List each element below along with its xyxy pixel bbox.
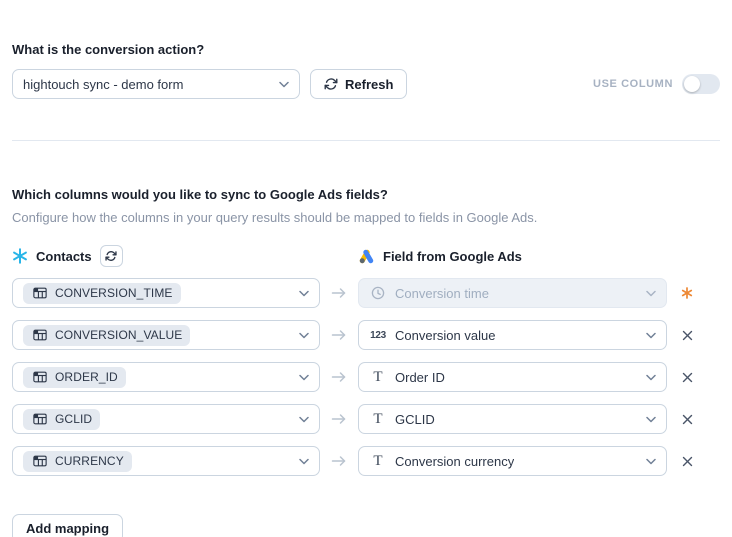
number-icon: 123 bbox=[369, 330, 387, 341]
use-column-control: USE COLUMN bbox=[593, 74, 720, 94]
chevron-down-icon bbox=[299, 416, 309, 423]
arrow-right-icon bbox=[320, 371, 358, 383]
source-column-name: CURRENCY bbox=[55, 454, 124, 468]
refresh-button[interactable]: Refresh bbox=[310, 69, 407, 99]
table-icon bbox=[31, 371, 49, 383]
arrow-right-icon bbox=[320, 413, 358, 425]
conversion-action-question: What is the conversion action? bbox=[12, 0, 720, 57]
add-mapping-label: Add mapping bbox=[26, 521, 109, 536]
arrow-right-icon bbox=[320, 287, 358, 299]
destination-select[interactable]: 123 Conversion value bbox=[358, 320, 667, 350]
chevron-down-icon bbox=[646, 416, 656, 423]
source-column-select[interactable]: CURRENCY bbox=[12, 446, 320, 476]
close-icon bbox=[682, 414, 693, 425]
chevron-down-icon bbox=[299, 332, 309, 339]
sync-config-panel: What is the conversion action? hightouch… bbox=[0, 0, 732, 537]
mapping-section-title: Which columns would you like to sync to … bbox=[12, 187, 720, 202]
destination-field-name: Order ID bbox=[395, 370, 445, 385]
source-column-badge: CONVERSION_VALUE bbox=[23, 325, 190, 346]
destination-field-name: Conversion currency bbox=[395, 454, 514, 469]
chevron-down-icon bbox=[279, 81, 289, 88]
required-asterisk bbox=[681, 287, 693, 299]
chevron-down-icon bbox=[646, 458, 656, 465]
conversion-action-controls: hightouch sync - demo form Refresh USE C… bbox=[12, 69, 720, 99]
mapping-section-subtitle: Configure how the columns in your query … bbox=[12, 210, 720, 225]
mapping-rows: CONVERSION_TIME Conversion time bbox=[12, 278, 720, 476]
mapping-row: ORDER_ID T Order ID bbox=[12, 362, 720, 392]
destination-select[interactable]: T GCLID bbox=[358, 404, 667, 434]
toggle-knob bbox=[684, 76, 700, 92]
destination-field-name: GCLID bbox=[395, 412, 435, 427]
conversion-action-selected-value: hightouch sync - demo form bbox=[23, 77, 183, 92]
table-icon bbox=[31, 329, 49, 341]
source-column-name: CONVERSION_VALUE bbox=[55, 328, 182, 342]
destination-column-header: Field from Google Ads bbox=[358, 249, 667, 264]
refresh-columns-button[interactable] bbox=[100, 245, 123, 267]
chevron-down-icon bbox=[299, 458, 309, 465]
source-column-badge: ORDER_ID bbox=[23, 367, 126, 388]
section-divider bbox=[12, 140, 720, 141]
source-column-select[interactable]: CONVERSION_VALUE bbox=[12, 320, 320, 350]
arrow-right-icon bbox=[320, 329, 358, 341]
destination-select[interactable]: Conversion time bbox=[358, 278, 667, 308]
remove-mapping-button[interactable] bbox=[675, 323, 699, 347]
refresh-icon bbox=[324, 77, 338, 91]
snowflake-icon bbox=[12, 248, 28, 264]
use-column-label: USE COLUMN bbox=[593, 78, 673, 90]
destination-select[interactable]: T Order ID bbox=[358, 362, 667, 392]
add-mapping-button[interactable]: Add mapping bbox=[12, 514, 123, 537]
table-icon bbox=[31, 287, 49, 299]
chevron-down-icon bbox=[646, 290, 656, 297]
source-column-badge: CURRENCY bbox=[23, 451, 132, 472]
remove-mapping-button[interactable] bbox=[675, 365, 699, 389]
source-column-header: Contacts bbox=[12, 245, 320, 267]
text-icon: T bbox=[369, 412, 387, 427]
text-icon: T bbox=[369, 370, 387, 385]
conversion-action-select[interactable]: hightouch sync - demo form bbox=[12, 69, 300, 99]
remove-mapping-button[interactable] bbox=[675, 407, 699, 431]
mapping-row: CONVERSION_VALUE 123 Conversion value bbox=[12, 320, 720, 350]
arrow-right-icon bbox=[320, 455, 358, 467]
destination-field-name: Conversion time bbox=[395, 286, 489, 301]
chevron-down-icon bbox=[646, 374, 656, 381]
clock-icon bbox=[369, 286, 387, 300]
source-column-name: ORDER_ID bbox=[55, 370, 118, 384]
source-column-name: CONVERSION_TIME bbox=[55, 286, 173, 300]
destination-field-name: Conversion value bbox=[395, 328, 495, 343]
mapping-column-headers: Contacts Field from Google Ads bbox=[12, 244, 720, 268]
source-column-badge: GCLID bbox=[23, 409, 100, 430]
use-column-toggle[interactable] bbox=[682, 74, 720, 94]
source-column-badge: CONVERSION_TIME bbox=[23, 283, 181, 304]
source-column-name: GCLID bbox=[55, 412, 92, 426]
refresh-icon bbox=[105, 250, 117, 262]
source-column-select[interactable]: ORDER_ID bbox=[12, 362, 320, 392]
mapping-row: CURRENCY T Conversion currency bbox=[12, 446, 720, 476]
close-icon bbox=[682, 372, 693, 383]
mapping-row: CONVERSION_TIME Conversion time bbox=[12, 278, 720, 308]
table-icon bbox=[31, 413, 49, 425]
mapping-row: GCLID T GCLID bbox=[12, 404, 720, 434]
chevron-down-icon bbox=[646, 332, 656, 339]
text-icon: T bbox=[369, 454, 387, 469]
chevron-down-icon bbox=[299, 374, 309, 381]
refresh-button-label: Refresh bbox=[345, 77, 393, 92]
table-icon bbox=[31, 455, 49, 467]
google-ads-icon bbox=[358, 249, 375, 264]
source-column-select[interactable]: GCLID bbox=[12, 404, 320, 434]
chevron-down-icon bbox=[299, 290, 309, 297]
close-icon bbox=[682, 330, 693, 341]
source-header-label: Contacts bbox=[36, 249, 92, 264]
close-icon bbox=[682, 456, 693, 467]
destination-header-label: Field from Google Ads bbox=[383, 249, 522, 264]
destination-select[interactable]: T Conversion currency bbox=[358, 446, 667, 476]
remove-mapping-button[interactable] bbox=[675, 449, 699, 473]
source-column-select[interactable]: CONVERSION_TIME bbox=[12, 278, 320, 308]
